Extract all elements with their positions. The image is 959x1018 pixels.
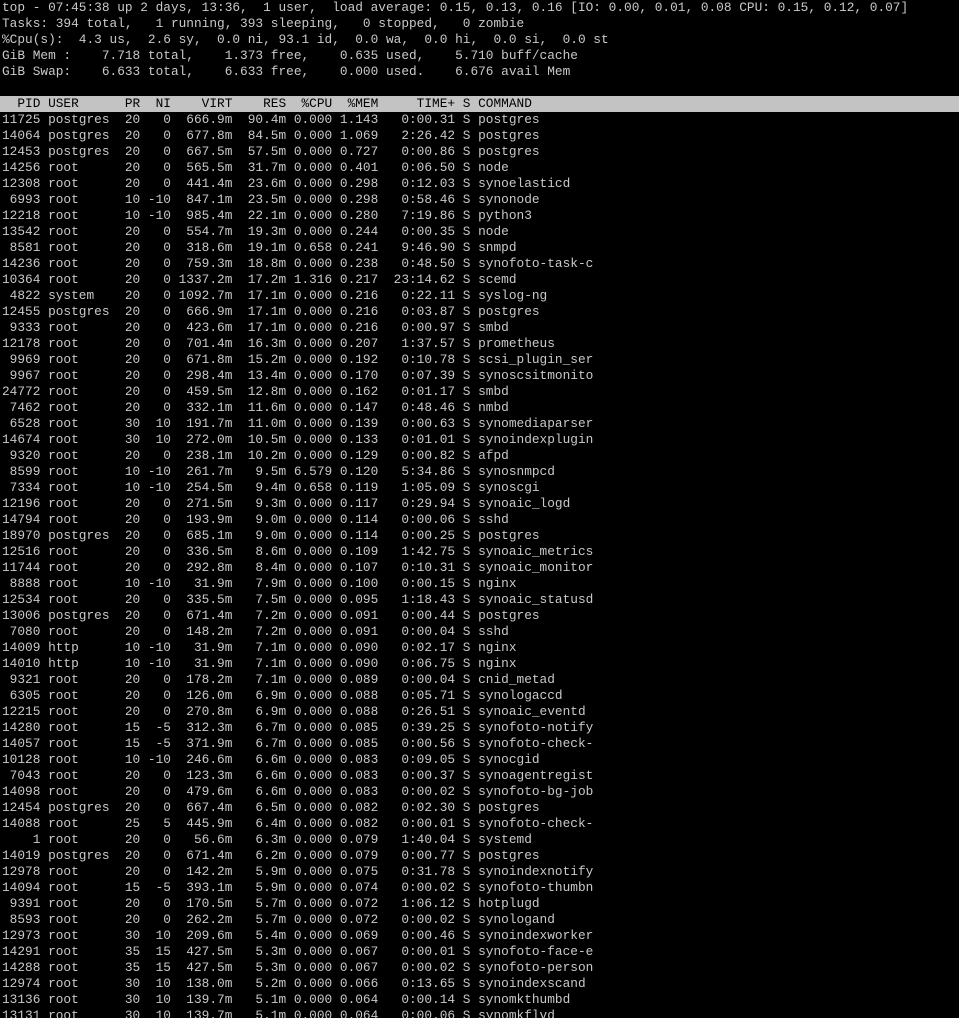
process-row: 9969 root 20 0 671.8m 15.2m 0.000 0.192 … (2, 352, 594, 367)
process-row: 10364 root 20 0 1337.2m 17.2m 1.316 0.21… (2, 272, 517, 287)
process-list: 11725 postgres 20 0 666.9m 90.4m 0.000 1… (0, 112, 959, 1018)
process-row: 18970 postgres 20 0 685.1m 9.0m 0.000 0.… (2, 528, 540, 543)
process-row: 12215 root 20 0 270.8m 6.9m 0.000 0.088 … (2, 704, 586, 719)
process-row: 12974 root 30 10 138.0m 5.2m 0.000 0.066… (2, 976, 586, 991)
process-row: 8888 root 10 -10 31.9m 7.9m 0.000 0.100 … (2, 576, 517, 591)
process-row: 14256 root 20 0 565.5m 31.7m 0.000 0.401… (2, 160, 509, 175)
process-row: 13542 root 20 0 554.7m 19.3m 0.000 0.244… (2, 224, 509, 239)
process-row: 14674 root 30 10 272.0m 10.5m 0.000 0.13… (2, 432, 594, 447)
process-row: 9320 root 20 0 238.1m 10.2m 0.000 0.129 … (2, 448, 509, 463)
process-row: 14064 postgres 20 0 677.8m 84.5m 0.000 1… (2, 128, 540, 143)
process-row: 12196 root 20 0 271.5m 9.3m 0.000 0.117 … (2, 496, 571, 511)
process-row: 14009 http 10 -10 31.9m 7.1m 0.000 0.090… (2, 640, 517, 655)
process-row: 7462 root 20 0 332.1m 11.6m 0.000 0.147 … (2, 400, 509, 415)
process-row: 14010 http 10 -10 31.9m 7.1m 0.000 0.090… (2, 656, 517, 671)
process-row: 14794 root 20 0 193.9m 9.0m 0.000 0.114 … (2, 512, 509, 527)
process-row: 13136 root 30 10 139.7m 5.1m 0.000 0.064… (2, 992, 571, 1007)
process-row: 4822 system 20 0 1092.7m 17.1m 0.000 0.2… (2, 288, 548, 303)
process-row: 14057 root 15 -5 371.9m 6.7m 0.000 0.085… (2, 736, 594, 751)
process-row: 7043 root 20 0 123.3m 6.6m 0.000 0.083 0… (2, 768, 594, 783)
tasks-line: Tasks: 394 total, 1 running, 393 sleepin… (2, 16, 525, 31)
mem-line: GiB Mem : 7.718 total, 1.373 free, 0.635… (2, 48, 578, 63)
process-row: 12978 root 20 0 142.2m 5.9m 0.000 0.075 … (2, 864, 594, 879)
process-row: 9333 root 20 0 423.6m 17.1m 0.000 0.216 … (2, 320, 509, 335)
process-row: 12973 root 30 10 209.6m 5.4m 0.000 0.069… (2, 928, 594, 943)
process-row: 14280 root 15 -5 312.3m 6.7m 0.000 0.085… (2, 720, 594, 735)
process-row: 14088 root 25 5 445.9m 6.4m 0.000 0.082 … (2, 816, 594, 831)
cpu-line: %Cpu(s): 4.3 us, 2.6 sy, 0.0 ni, 93.1 id… (2, 32, 609, 47)
process-row: 6993 root 10 -10 847.1m 23.5m 0.000 0.29… (2, 192, 540, 207)
process-row: 9967 root 20 0 298.4m 13.4m 0.000 0.170 … (2, 368, 594, 383)
process-row: 14019 postgres 20 0 671.4m 6.2m 0.000 0.… (2, 848, 540, 863)
process-row: 6528 root 30 10 191.7m 11.0m 0.000 0.139… (2, 416, 594, 431)
process-row: 7334 root 10 -10 254.5m 9.4m 0.658 0.119… (2, 480, 540, 495)
process-row: 11725 postgres 20 0 666.9m 90.4m 0.000 1… (2, 112, 540, 127)
summary-area: top - 07:45:38 up 2 days, 13:36, 1 user,… (0, 0, 959, 80)
process-row: 14098 root 20 0 479.6m 6.6m 0.000 0.083 … (2, 784, 594, 799)
process-row: 8593 root 20 0 262.2m 5.7m 0.000 0.072 0… (2, 912, 555, 927)
process-row: 13006 postgres 20 0 671.4m 7.2m 0.000 0.… (2, 608, 540, 623)
process-row: 14288 root 35 15 427.5m 5.3m 0.000 0.067… (2, 960, 594, 975)
process-row: 6305 root 20 0 126.0m 6.9m 0.000 0.088 0… (2, 688, 563, 703)
process-row: 12308 root 20 0 441.4m 23.6m 0.000 0.298… (2, 176, 571, 191)
process-row: 7080 root 20 0 148.2m 7.2m 0.000 0.091 0… (2, 624, 509, 639)
process-row: 9391 root 20 0 170.5m 5.7m 0.000 0.072 1… (2, 896, 540, 911)
process-row: 24772 root 20 0 459.5m 12.8m 0.000 0.162… (2, 384, 509, 399)
terminal-window[interactable]: top - 07:45:38 up 2 days, 13:36, 1 user,… (0, 0, 959, 1018)
process-row: 12455 postgres 20 0 666.9m 17.1m 0.000 0… (2, 304, 540, 319)
process-row: 14094 root 15 -5 393.1m 5.9m 0.000 0.074… (2, 880, 594, 895)
process-row: 9321 root 20 0 178.2m 7.1m 0.000 0.089 0… (2, 672, 555, 687)
process-row: 12534 root 20 0 335.5m 7.5m 0.000 0.095 … (2, 592, 594, 607)
process-row: 8581 root 20 0 318.6m 19.1m 0.658 0.241 … (2, 240, 517, 255)
uptime-line: top - 07:45:38 up 2 days, 13:36, 1 user,… (2, 0, 909, 15)
swap-line: GiB Swap: 6.633 total, 6.633 free, 0.000… (2, 64, 571, 79)
process-row: 10128 root 10 -10 246.6m 6.6m 0.000 0.08… (2, 752, 540, 767)
process-row: 13131 root 30 10 139.7m 5.1m 0.000 0.064… (2, 1008, 555, 1018)
process-row: 12218 root 10 -10 985.4m 22.1m 0.000 0.2… (2, 208, 532, 223)
process-row: 12178 root 20 0 701.4m 16.3m 0.000 0.207… (2, 336, 555, 351)
process-row: 12454 postgres 20 0 667.4m 6.5m 0.000 0.… (2, 800, 540, 815)
process-row: 12516 root 20 0 336.5m 8.6m 0.000 0.109 … (2, 544, 594, 559)
process-row: 11744 root 20 0 292.8m 8.4m 0.000 0.107 … (2, 560, 594, 575)
column-header: PID USER PR NI VIRT RES %CPU %MEM TIME+ … (0, 96, 959, 112)
process-row: 1 root 20 0 56.6m 6.3m 0.000 0.079 1:40.… (2, 832, 532, 847)
process-row: 12453 postgres 20 0 667.5m 57.5m 0.000 0… (2, 144, 540, 159)
process-row: 14236 root 20 0 759.3m 18.8m 0.000 0.238… (2, 256, 594, 271)
process-row: 8599 root 10 -10 261.7m 9.5m 6.579 0.120… (2, 464, 555, 479)
process-row: 14291 root 35 15 427.5m 5.3m 0.000 0.067… (2, 944, 594, 959)
